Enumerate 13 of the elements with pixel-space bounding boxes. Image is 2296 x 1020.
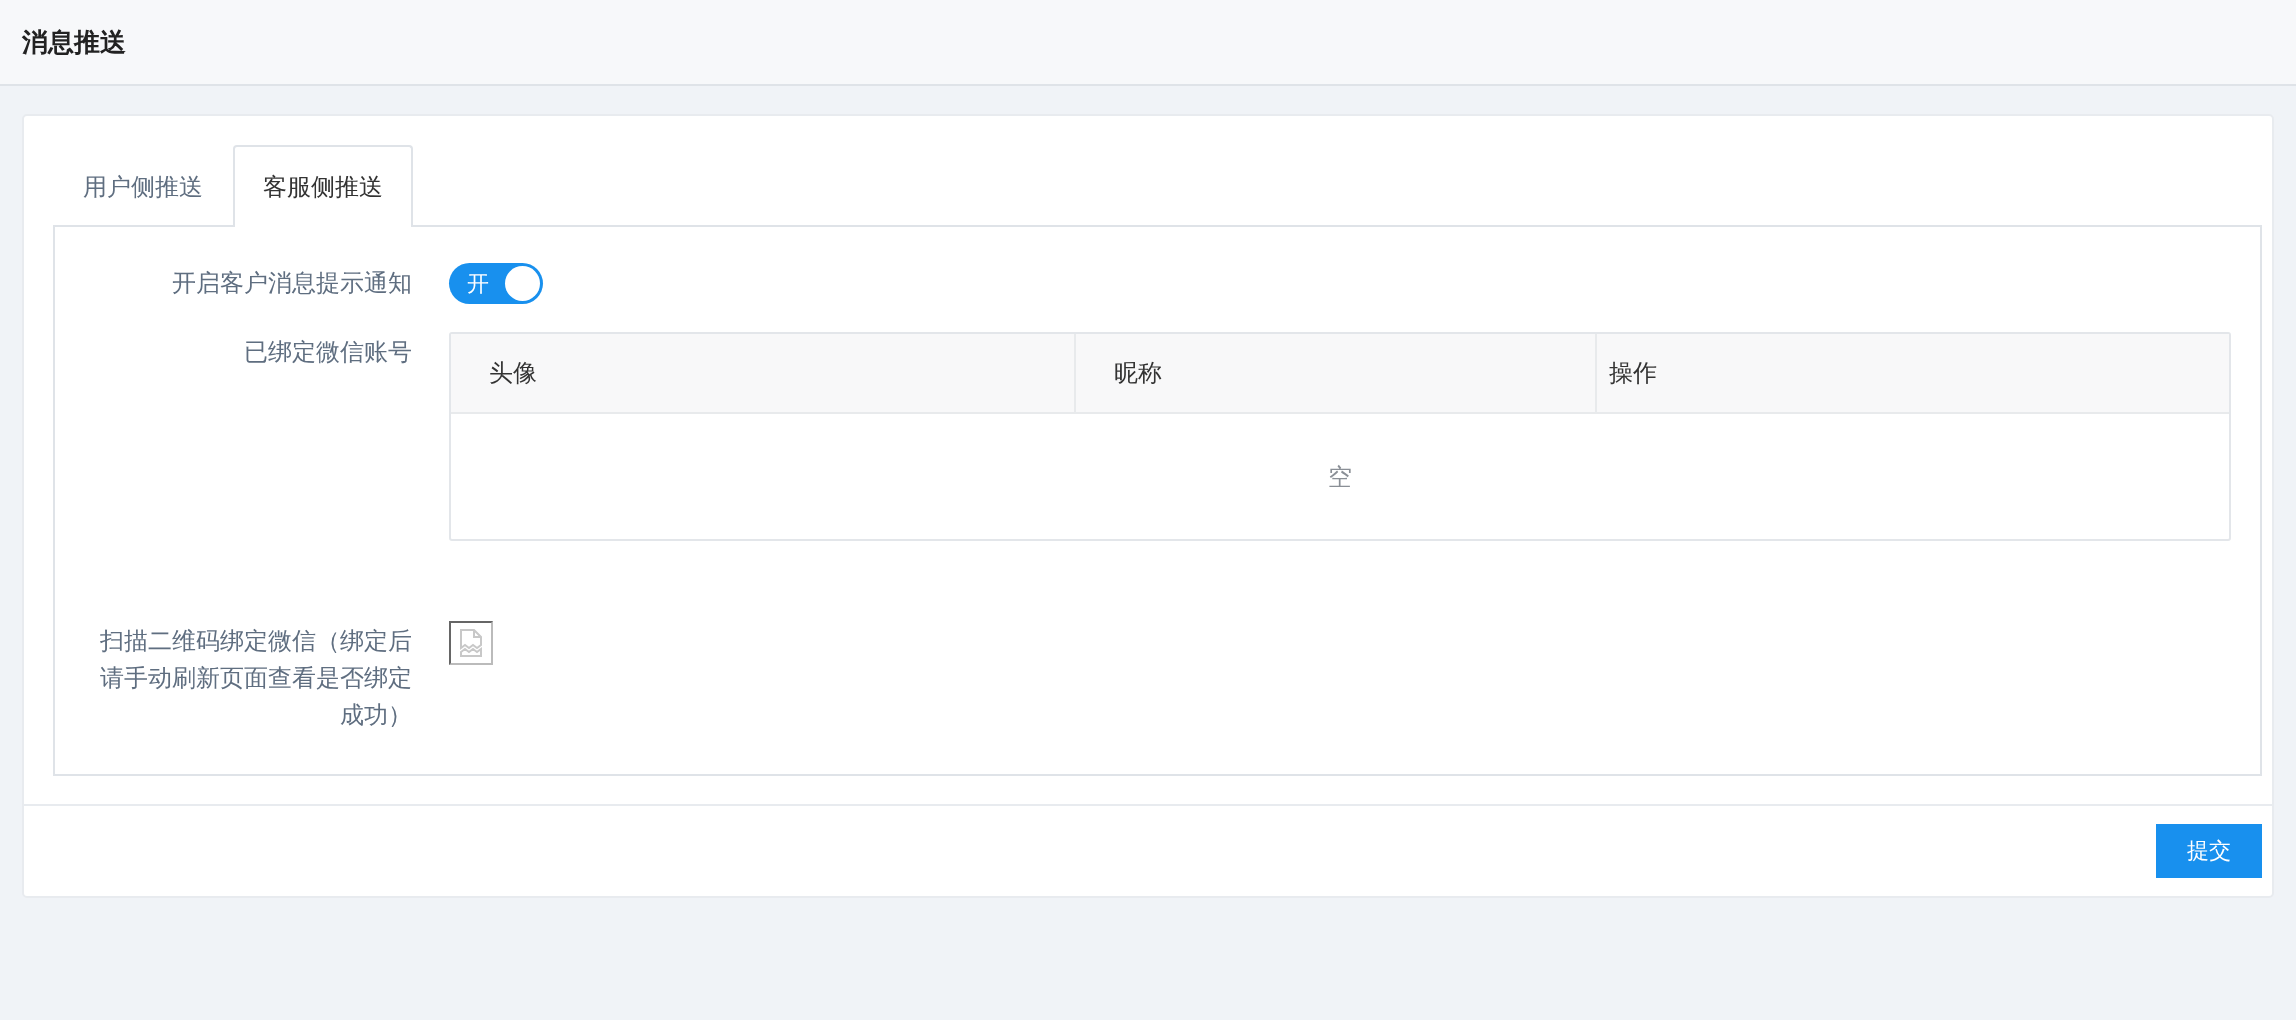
field-label: 已绑定微信账号 bbox=[243, 337, 412, 368]
broken-image-icon bbox=[458, 628, 484, 658]
tab[interactable]: 用户侧推送 bbox=[53, 145, 233, 227]
column-header: 头像 bbox=[451, 334, 1077, 412]
empty-text: 空 bbox=[1328, 461, 1352, 493]
tab[interactable]: 客服侧推送 bbox=[233, 145, 413, 227]
toggle-switch[interactable]: 开 bbox=[449, 263, 543, 304]
page-title: 消息推送 bbox=[22, 25, 126, 59]
field-label: 开启客户消息提示通知 bbox=[171, 268, 412, 299]
column-header: 昵称 bbox=[1076, 334, 1597, 412]
column-header: 操作 bbox=[1607, 358, 1658, 389]
field-label: 扫描二维码绑定微信（绑定后请手动刷新页面查看是否绑定成功） bbox=[99, 626, 412, 731]
submit-button[interactable]: 提交 bbox=[2156, 824, 2262, 878]
